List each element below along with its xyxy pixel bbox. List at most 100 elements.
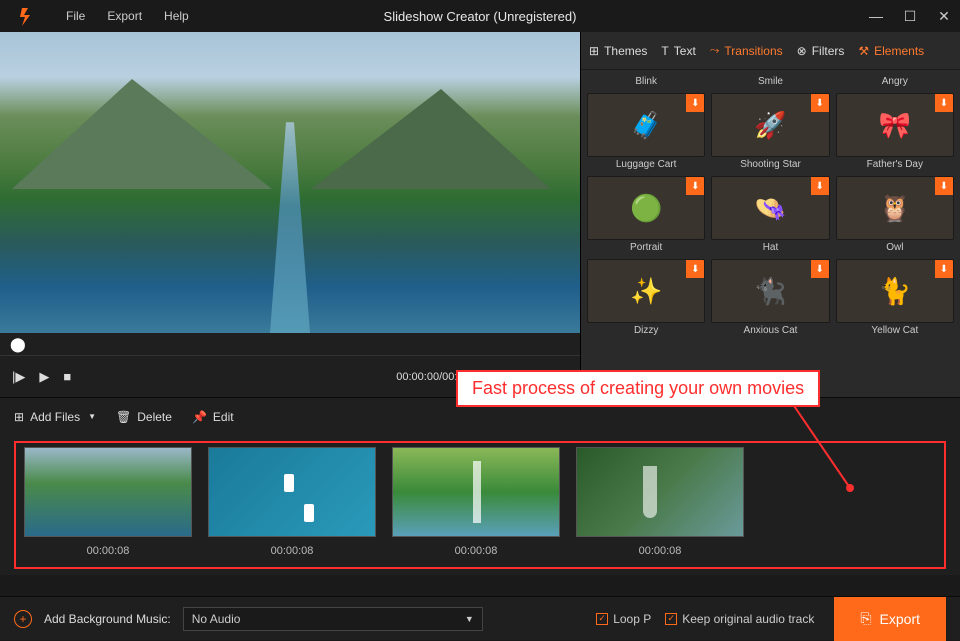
export-icon: ⎘ (860, 610, 871, 627)
element-thumb[interactable]: 🎀⬇ (836, 93, 954, 157)
elements-grid: Blink Smile Angry 🧳⬇Luggage Cart🚀⬇Shooti… (581, 70, 960, 397)
minimize-button[interactable]: — (868, 8, 884, 25)
stop-button[interactable]: ■ (63, 369, 71, 384)
element-item[interactable]: 🟢⬇Portrait (587, 176, 705, 255)
timeline-clip[interactable]: 00:00:08 (24, 447, 192, 557)
tab-themes[interactable]: ⊞Themes (589, 44, 647, 58)
download-badge-icon[interactable]: ⬇ (811, 94, 829, 112)
check-icon: ✓ (596, 613, 608, 625)
element-art-icon: ✨ (630, 276, 662, 307)
add-music-button[interactable]: + (14, 610, 32, 628)
timeline-strip[interactable]: 00:00:08 00:00:08 00:00:08 00:00:08 (14, 441, 946, 569)
element-thumb[interactable]: 🟢⬇ (587, 176, 705, 240)
element-art-icon: 🦉 (879, 193, 911, 224)
download-badge-icon[interactable]: ⬇ (935, 177, 953, 195)
maximize-button[interactable]: ☐ (902, 8, 918, 25)
asset-tabs: ⊞Themes TText ⤳Transitions ⊗Filters ⚒Ele… (581, 32, 960, 70)
element-label: Father's Day (836, 159, 954, 170)
timeline-clip[interactable]: 00:00:08 (576, 447, 744, 557)
element-label: Blink (587, 76, 705, 87)
element-item[interactable]: 🧳⬇Luggage Cart (587, 93, 705, 172)
music-label: Add Background Music: (44, 612, 171, 626)
bottom-bar: + Add Background Music: No Audio▼ ✓Loop … (0, 596, 960, 640)
element-item[interactable]: 🐈‍⬛⬇ Anxious Cat (711, 259, 829, 338)
download-badge-icon[interactable]: ⬇ (686, 260, 704, 278)
window-controls: — ☐ ✕ (868, 8, 952, 25)
clip-duration: 00:00:08 (208, 545, 376, 557)
element-art-icon: 🧳 (630, 110, 662, 141)
menu-bar: File Export Help (66, 9, 189, 23)
menu-help[interactable]: Help (164, 9, 189, 23)
element-thumb[interactable]: 👒⬇ (711, 176, 829, 240)
export-button[interactable]: ⎘Export (834, 597, 946, 641)
element-label: Shooting Star (711, 159, 829, 170)
chevron-down-icon: ▼ (88, 412, 96, 421)
main-area: ⬤ |▶ ▶ ■ 00:00:00/00:00:08.14 ▦ ⛶ ⊞Theme… (0, 32, 960, 397)
clip-thumb[interactable] (392, 447, 560, 537)
close-button[interactable]: ✕ (936, 8, 952, 25)
element-art-icon: 🟢 (630, 193, 662, 224)
clip-thumb[interactable] (24, 447, 192, 537)
element-thumb[interactable]: ✨⬇ (587, 259, 705, 323)
element-item[interactable]: 👒⬇Hat (711, 176, 829, 255)
element-thumb[interactable]: 🧳⬇ (587, 93, 705, 157)
element-thumb[interactable]: 🐈‍⬛⬇ (711, 259, 829, 323)
download-badge-icon[interactable]: ⬇ (935, 260, 953, 278)
add-files-button[interactable]: ⊞Add Files▼ (14, 410, 96, 424)
tab-elements[interactable]: ⚒Elements (858, 44, 924, 58)
element-item[interactable]: 🎀⬇Father's Day (836, 93, 954, 172)
clip-duration: 00:00:08 (576, 545, 744, 557)
element-thumb[interactable]: 🦉⬇ (836, 176, 954, 240)
playhead-icon[interactable]: ⬤ (10, 336, 26, 353)
element-item[interactable]: 🐈⬇Yellow Cat (836, 259, 954, 338)
clip-duration: 00:00:08 (392, 545, 560, 557)
preview-canvas (0, 32, 580, 333)
menu-export[interactable]: Export (107, 9, 142, 23)
timeline: 00:00:08 00:00:08 00:00:08 00:00:08 (0, 435, 960, 575)
download-badge-icon[interactable]: ⬇ (811, 260, 829, 278)
element-art-icon: 👒 (754, 193, 786, 224)
clip-thumb[interactable] (576, 447, 744, 537)
clip-duration: 00:00:08 (24, 545, 192, 557)
music-select[interactable]: No Audio▼ (183, 607, 483, 631)
element-label: Hat (711, 242, 829, 253)
keep-audio-checkbox[interactable]: ✓Keep original audio track (665, 612, 814, 626)
element-item[interactable]: 🚀⬇Shooting Star (711, 93, 829, 172)
download-badge-icon[interactable]: ⬇ (811, 177, 829, 195)
element-item[interactable]: ✨⬇Dizzy (587, 259, 705, 338)
element-label: Portrait (587, 242, 705, 253)
transition-icon: ⤳ (710, 43, 720, 58)
pin-icon: 📌 (192, 410, 207, 424)
elements-icon: ⚒ (858, 44, 869, 58)
element-label: Anxious Cat (711, 325, 829, 336)
timeline-clip[interactable]: 00:00:08 (392, 447, 560, 557)
element-label: Yellow Cat (836, 325, 954, 336)
element-thumb[interactable]: 🚀⬇ (711, 93, 829, 157)
menu-file[interactable]: File (66, 9, 85, 23)
edit-button[interactable]: 📌Edit (192, 410, 234, 424)
element-item[interactable]: 🦉⬇Owl (836, 176, 954, 255)
element-label: Luggage Cart (587, 159, 705, 170)
delete-button[interactable]: 🗑Delete (116, 410, 172, 424)
download-badge-icon[interactable]: ⬇ (686, 94, 704, 112)
element-art-icon: 🚀 (754, 110, 786, 141)
download-badge-icon[interactable]: ⬇ (686, 177, 704, 195)
window-title: Slideshow Creator (Unregistered) (384, 9, 577, 24)
element-thumb[interactable]: 🐈⬇ (836, 259, 954, 323)
preview-viewport[interactable] (0, 32, 580, 333)
download-badge-icon[interactable]: ⬇ (935, 94, 953, 112)
loop-checkbox[interactable]: ✓Loop P (596, 612, 651, 626)
step-back-button[interactable]: |▶ (12, 369, 25, 385)
app-logo-icon (18, 6, 38, 26)
clip-thumb[interactable] (208, 447, 376, 537)
element-label: Angry (836, 76, 954, 87)
timeline-clip[interactable]: 00:00:08 (208, 447, 376, 557)
tab-transitions[interactable]: ⤳Transitions (710, 43, 783, 58)
play-button[interactable]: ▶ (39, 369, 49, 385)
tab-text[interactable]: TText (661, 44, 695, 58)
check-icon: ✓ (665, 613, 677, 625)
element-label: Smile (711, 76, 829, 87)
element-art-icon: 🐈 (879, 276, 911, 307)
element-art-icon: 🎀 (879, 110, 911, 141)
tab-filters[interactable]: ⊗Filters (797, 44, 845, 58)
